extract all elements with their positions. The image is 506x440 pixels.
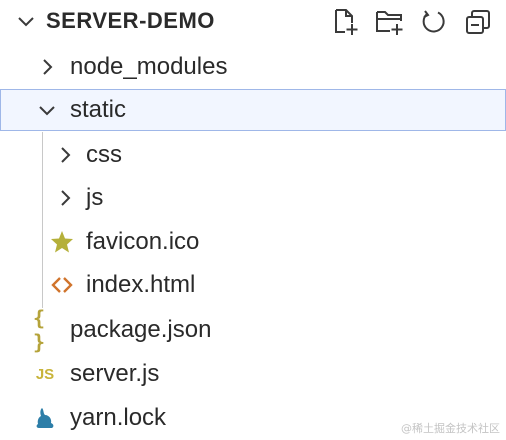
yarn-icon <box>33 406 57 430</box>
new-folder-button[interactable] <box>372 6 408 38</box>
new-file-icon <box>335 9 358 35</box>
chevron-down-icon <box>39 106 55 116</box>
tree-item-label: index.html <box>86 271 196 298</box>
tree-item-js[interactable]: js <box>0 177 506 219</box>
refresh-button[interactable] <box>416 6 452 38</box>
tree-item-label: yarn.lock <box>70 404 167 431</box>
watermark: @稀土掘金技术社区 <box>401 422 500 435</box>
tree-item-static[interactable]: static <box>0 89 506 131</box>
explorer-header: SERVER-DEMO <box>0 0 506 44</box>
chevron-right-icon <box>61 147 71 163</box>
favicon-star-icon <box>50 230 74 254</box>
tree-item-index-html[interactable]: index.html <box>0 264 506 306</box>
explorer-title[interactable]: SERVER-DEMO <box>46 8 215 34</box>
collapse-all-button[interactable] <box>460 6 496 38</box>
json-icon: { } <box>33 306 46 354</box>
explorer-actions <box>328 6 496 38</box>
javascript-icon: JS <box>35 365 55 383</box>
tree-item-server-js[interactable]: JS server.js <box>0 353 506 395</box>
tree-item-label: server.js <box>70 360 160 387</box>
tree-item-label: favicon.ico <box>86 228 200 255</box>
chevron-down-icon[interactable] <box>14 10 38 34</box>
tree-item-node-modules[interactable]: node_modules <box>0 46 506 88</box>
tree-item-label: css <box>86 141 122 168</box>
tree-item-package-json[interactable]: { } package.json <box>0 306 506 354</box>
tree-item-label: package.json <box>70 316 212 343</box>
chevron-right-icon <box>43 59 53 75</box>
tree-item-label: js <box>86 184 104 211</box>
tree-item-favicon[interactable]: favicon.ico <box>0 221 506 263</box>
tree-item-label: node_modules <box>70 53 228 80</box>
new-file-button[interactable] <box>328 6 364 38</box>
tree-item-label: static <box>70 96 127 123</box>
new-folder-icon <box>376 11 403 35</box>
refresh-icon <box>422 10 445 33</box>
chevron-right-icon <box>61 190 71 206</box>
html-icon <box>50 273 74 297</box>
collapse-all-icon <box>466 10 490 34</box>
tree-item-css[interactable]: css <box>0 134 506 176</box>
